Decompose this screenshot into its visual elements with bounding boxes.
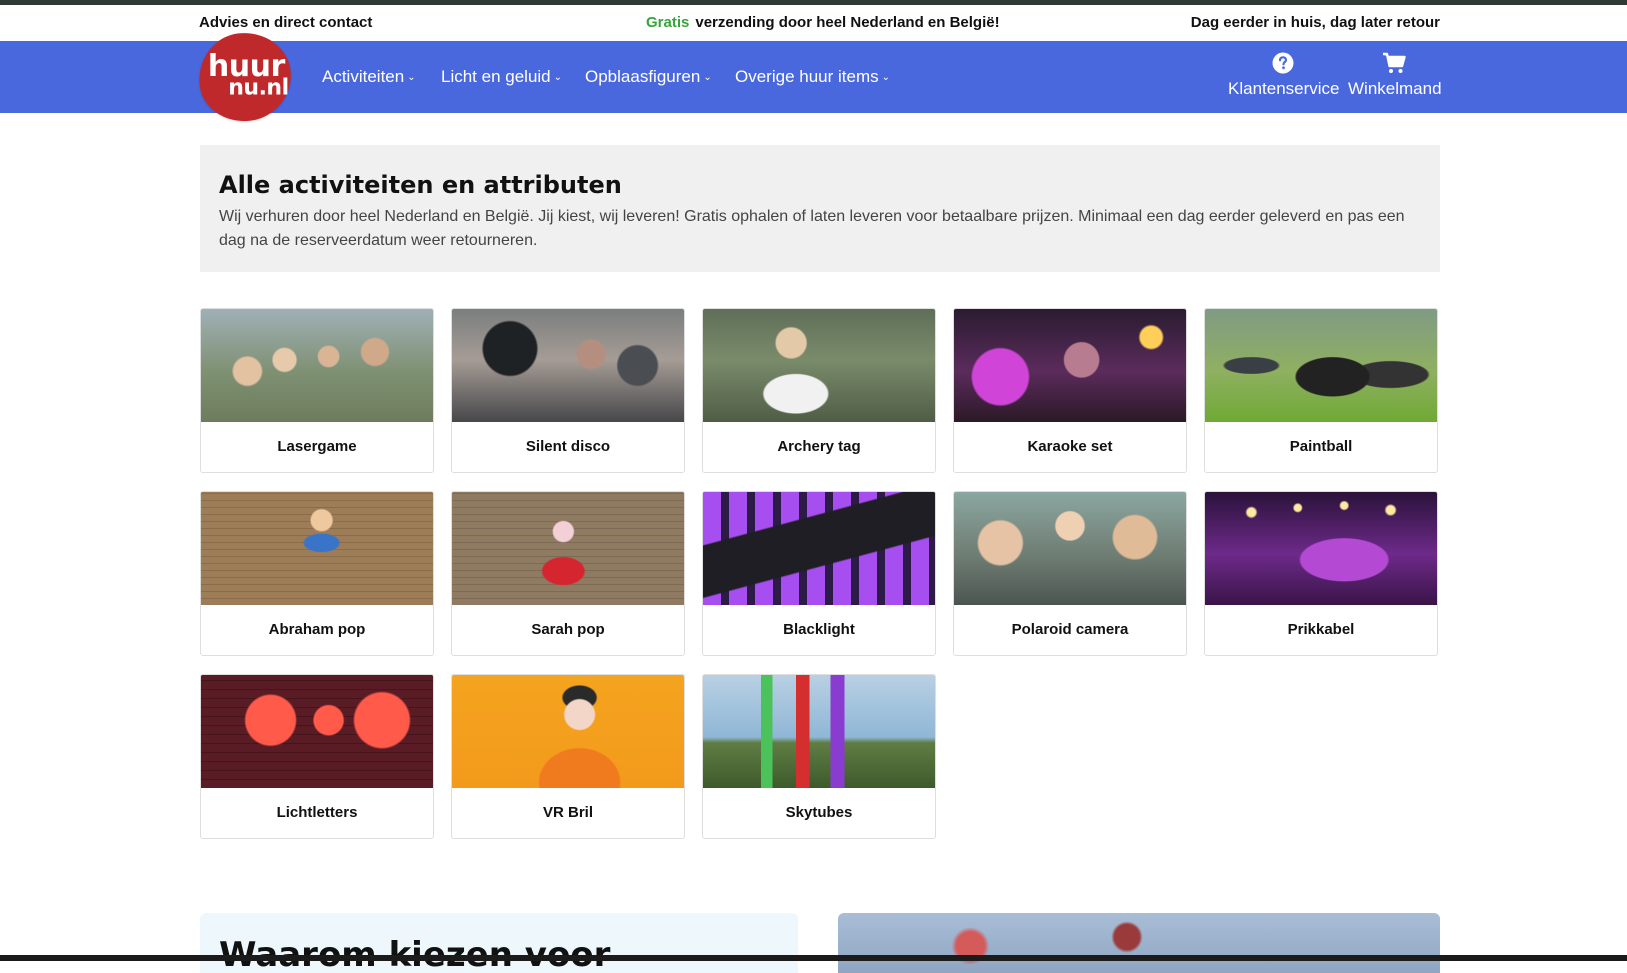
product-card-archery-tag[interactable]: Archery tag — [702, 308, 936, 473]
klantenservice-link[interactable]: Klantenservice — [1228, 48, 1340, 99]
winkelmand-link[interactable]: Winkelmand — [1348, 48, 1442, 99]
usp-shipping-text: verzending door heel Nederland en België… — [695, 14, 1000, 31]
product-label: Skytubes — [785, 804, 853, 821]
product-card-karaoke-set[interactable]: Karaoke set — [953, 308, 1187, 473]
product-card-vr-bril[interactable]: VR Bril — [451, 674, 685, 839]
why-choose-title: Waarom kiezen voor — [219, 935, 611, 973]
product-card-prikkabel[interactable]: Prikkabel — [1204, 491, 1438, 656]
winkelmand-label: Winkelmand — [1348, 79, 1442, 98]
product-image-silent-disco — [452, 309, 684, 422]
why-choose-image — [838, 913, 1440, 973]
product-image-archery-tag — [703, 309, 935, 422]
product-image-blacklight — [703, 492, 935, 605]
product-label: Paintball — [1289, 438, 1353, 455]
bottom-bar — [0, 955, 1627, 961]
klantenservice-label: Klantenservice — [1228, 79, 1340, 98]
usp-return: Dag eerder in huis, dag later retour — [1190, 14, 1440, 31]
product-card-abraham-pop[interactable]: Abraham pop — [200, 491, 434, 656]
product-label: Prikkabel — [1287, 621, 1355, 638]
nav-licht-en-geluid[interactable]: Licht en geluid ⌄ — [441, 67, 562, 87]
chevron-down-icon: ⌄ — [553, 72, 563, 83]
product-label: Blacklight — [783, 621, 855, 638]
page-title: Alle activiteiten en attributen — [219, 171, 622, 199]
product-label: Polaroid camera — [1011, 621, 1129, 638]
product-card-paintball[interactable]: Paintball — [1204, 308, 1438, 473]
product-card-skytubes[interactable]: Skytubes — [702, 674, 936, 839]
product-card-polaroid-camera[interactable]: Polaroid camera — [953, 491, 1187, 656]
question-circle-icon — [1272, 52, 1294, 74]
product-image-lasergame — [201, 309, 433, 422]
product-label: Karaoke set — [1027, 438, 1113, 455]
product-image-prikkabel — [1205, 492, 1437, 605]
usp-gratis: Gratis — [646, 14, 690, 31]
product-image-paintball — [1205, 309, 1437, 422]
nav-opblaas-label: Opblaasfiguren — [585, 67, 701, 86]
nav-overig-label: Overige huur items — [735, 67, 879, 86]
nav-licht-label: Licht en geluid — [441, 67, 551, 86]
nav-activiteiten[interactable]: Activiteiten ⌄ — [322, 67, 416, 87]
chevron-down-icon: ⌄ — [703, 72, 712, 83]
shopping-cart-icon — [1383, 52, 1406, 73]
nav-overige-huur-items[interactable]: Overige huur items ⌄ — [735, 67, 890, 87]
usp-shipping: Gratis verzending door heel Nederland en … — [646, 14, 1000, 31]
nav-activiteiten-label: Activiteiten — [322, 67, 405, 86]
product-image-sarah-pop — [452, 492, 684, 605]
product-label: Lasergame — [277, 438, 357, 455]
chevron-down-icon: ⌄ — [407, 72, 416, 83]
product-card-blacklight[interactable]: Blacklight — [702, 491, 936, 656]
chevron-down-icon: ⌄ — [881, 72, 891, 83]
product-label: Silent disco — [525, 438, 611, 455]
intro-text: Wij verhuren door heel Nederland en Belg… — [219, 208, 1405, 249]
product-image-lichtletters — [201, 675, 433, 788]
product-label: Lichtletters — [276, 804, 358, 821]
main-navbar: huur nu.nl Activiteiten ⌄ Licht en geluid… — [0, 28, 1627, 126]
nav-opblaasfiguren[interactable]: Opblaasfiguren ⌄ — [585, 67, 712, 87]
logo-line-2: nu.nl — [228, 75, 289, 101]
product-card-lichtletters[interactable]: Lichtletters — [200, 674, 434, 839]
product-image-skytubes — [703, 675, 935, 788]
intro-panel: Alle activiteiten en attributen Wij verh… — [200, 145, 1440, 272]
product-label: Archery tag — [777, 438, 861, 455]
product-card-lasergame[interactable]: Lasergame — [200, 308, 434, 473]
product-label: VR Bril — [542, 804, 593, 821]
usp-advice: Advies en direct contact — [199, 14, 373, 31]
product-card-silent-disco[interactable]: Silent disco — [451, 308, 685, 473]
product-image-karaoke-set — [954, 309, 1186, 422]
product-image-polaroid-camera — [954, 492, 1186, 605]
product-label: Abraham pop — [268, 621, 366, 638]
product-label: Sarah pop — [531, 621, 605, 638]
site-logo[interactable]: huur nu.nl — [194, 28, 296, 126]
why-choose-panel: Waarom kiezen voor — [200, 913, 798, 973]
product-image-vr-bril — [452, 675, 684, 788]
product-image-abraham-pop — [201, 492, 433, 605]
product-card-sarah-pop[interactable]: Sarah pop — [451, 491, 685, 656]
